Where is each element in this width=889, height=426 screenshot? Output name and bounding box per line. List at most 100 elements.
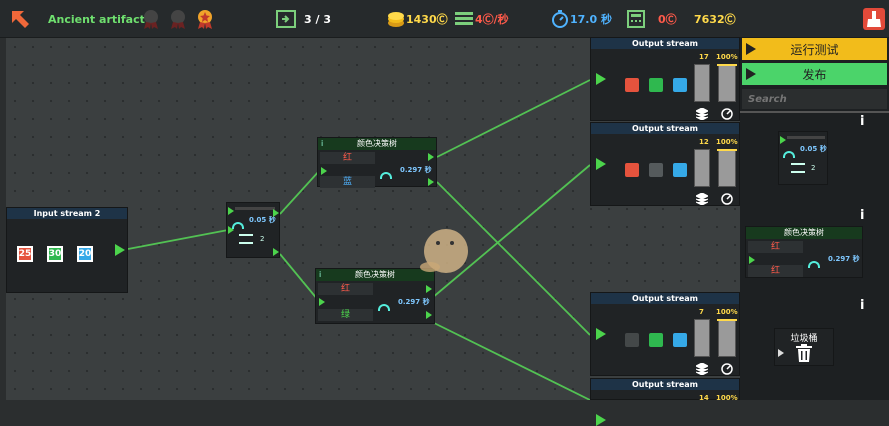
gold-medal-icon <box>194 0 216 38</box>
trash-icon <box>795 344 813 366</box>
output-port-icon[interactable] <box>428 153 434 161</box>
panel-speed-component[interactable]: 0.05 秒 2 <box>778 131 828 185</box>
info-label[interactable]: i <box>860 208 864 223</box>
color-select-1: 红 <box>748 241 803 253</box>
top-bar: Ancient artifact 3 / 3 1430Ⓒ 4Ⓒ/秒 17.0 秒… <box>0 0 889 38</box>
output-port-icon[interactable] <box>273 248 279 256</box>
input-port-icon[interactable] <box>596 158 606 170</box>
stopwatch-icon <box>551 0 569 38</box>
publish-button[interactable]: 发布 <box>742 63 887 85</box>
list-icon <box>791 163 805 173</box>
coins-icon <box>386 0 406 38</box>
input-item-green: 30 <box>47 246 63 262</box>
output-slot <box>649 163 663 177</box>
output-stream-node[interactable]: Output stream 14 100% <box>590 378 740 426</box>
gauge-icon <box>808 253 820 272</box>
item-count: 17 <box>699 53 709 61</box>
color-select-1[interactable]: 红 <box>320 152 375 164</box>
speed-node[interactable]: 0.05 秒 2 <box>226 202 280 258</box>
color-select-2[interactable]: 绿 <box>318 309 373 321</box>
calculator-icon <box>627 0 645 38</box>
input-item-blue: 20 <box>77 246 93 262</box>
input-item-red: 25 <box>17 246 33 262</box>
panel-decision-component[interactable]: 颜色决策树 红 0.297 秒 红 <box>745 226 863 278</box>
clear-brush-icon[interactable] <box>862 0 886 38</box>
input-port-icon[interactable] <box>596 73 606 85</box>
input-port-icon[interactable] <box>596 328 606 340</box>
coins-value: 1430Ⓒ <box>406 13 448 26</box>
node-title: 颜色决策树 <box>357 139 397 148</box>
speed-value: 0.297 秒 <box>398 298 430 306</box>
output-slot <box>649 333 663 347</box>
level-progress: 3 / 3 <box>304 12 331 26</box>
color-decision-node[interactable]: i 颜色决策树 红 0.297 秒 蓝 <box>317 137 437 188</box>
slider-track <box>787 136 825 139</box>
input-port-icon[interactable] <box>321 167 327 175</box>
gauge-icon <box>783 143 795 162</box>
fill-bar <box>694 149 710 187</box>
slider-track <box>235 207 275 210</box>
fill-percent: 100% <box>716 53 738 61</box>
node-title: Input stream 2 <box>7 208 127 219</box>
run-test-button[interactable]: 运行测试 <box>742 38 887 60</box>
trash-label: 垃圾桶 <box>790 334 818 344</box>
input-port-icon[interactable] <box>596 414 606 426</box>
info-label[interactable]: i <box>860 298 864 313</box>
color-select-2: 红 <box>748 265 803 277</box>
output-slot <box>649 78 663 92</box>
output-slot <box>625 333 639 347</box>
level-icon <box>276 0 296 38</box>
input-port-icon[interactable] <box>319 298 325 306</box>
output-stream-node[interactable]: Output stream 7 100% <box>590 292 740 376</box>
medal-icon <box>140 0 162 38</box>
full-marker <box>717 319 737 321</box>
gauge-icon <box>232 214 244 233</box>
color-select-2[interactable]: 蓝 <box>320 176 375 188</box>
info-label[interactable]: i <box>319 269 321 281</box>
info-label[interactable]: i <box>860 114 864 129</box>
medal-icon <box>167 0 189 38</box>
output-port-icon[interactable] <box>428 178 434 186</box>
play-icon <box>746 43 756 55</box>
node-header: i 颜色决策树 <box>318 138 436 150</box>
input-port-icon <box>778 349 784 357</box>
node-title: Output stream <box>591 38 739 49</box>
output-port-icon[interactable] <box>273 209 279 217</box>
back-arrow-icon[interactable] <box>8 0 32 38</box>
output-stream-node[interactable]: Output stream 12 100% <box>590 122 740 206</box>
output-port-icon[interactable] <box>115 244 125 256</box>
component-panel: 运行测试 发布 i 0.05 秒 2 i 颜色决策树 红 0.297 秒 红 i… <box>740 38 889 400</box>
fill-level <box>719 65 735 101</box>
fill-percent: 100% <box>716 138 738 146</box>
search-input[interactable] <box>742 89 887 109</box>
output-slot <box>673 163 687 177</box>
fill-bar <box>718 64 736 102</box>
output-port-icon[interactable] <box>426 311 432 319</box>
panel-trash-component[interactable]: 垃圾桶 <box>774 328 834 366</box>
output-slot <box>673 78 687 92</box>
rate-value: 4Ⓒ/秒 <box>475 13 509 26</box>
speed-value: 0.05 秒 <box>249 216 276 224</box>
full-marker <box>717 64 737 66</box>
item-count: 14 <box>699 394 709 402</box>
stopwatch-icon <box>721 190 733 209</box>
item-count: 12 <box>699 138 709 146</box>
fill-percent: 100% <box>716 394 738 402</box>
output-port-icon[interactable] <box>426 285 432 293</box>
node-title: Output stream <box>591 123 739 134</box>
color-select-1[interactable]: 红 <box>318 283 373 295</box>
input-port-icon <box>749 256 755 264</box>
full-marker <box>717 149 737 151</box>
output-stream-node[interactable]: Output stream 17 100% <box>590 37 740 121</box>
fill-bar <box>718 149 736 187</box>
fill-level <box>695 65 709 101</box>
node-title: 颜色决策树 <box>355 270 395 279</box>
input-stream-node[interactable]: Input stream 2 25 30 20 <box>6 207 128 293</box>
stack-icon <box>694 190 710 209</box>
speed-value: 0.297 秒 <box>828 255 860 263</box>
speed-value: 0.05 秒 <box>800 145 827 153</box>
info-label[interactable]: i <box>321 138 323 150</box>
fill-percent: 100% <box>716 308 738 316</box>
mascot-seal-icon <box>412 223 478 281</box>
output-slot <box>673 333 687 347</box>
